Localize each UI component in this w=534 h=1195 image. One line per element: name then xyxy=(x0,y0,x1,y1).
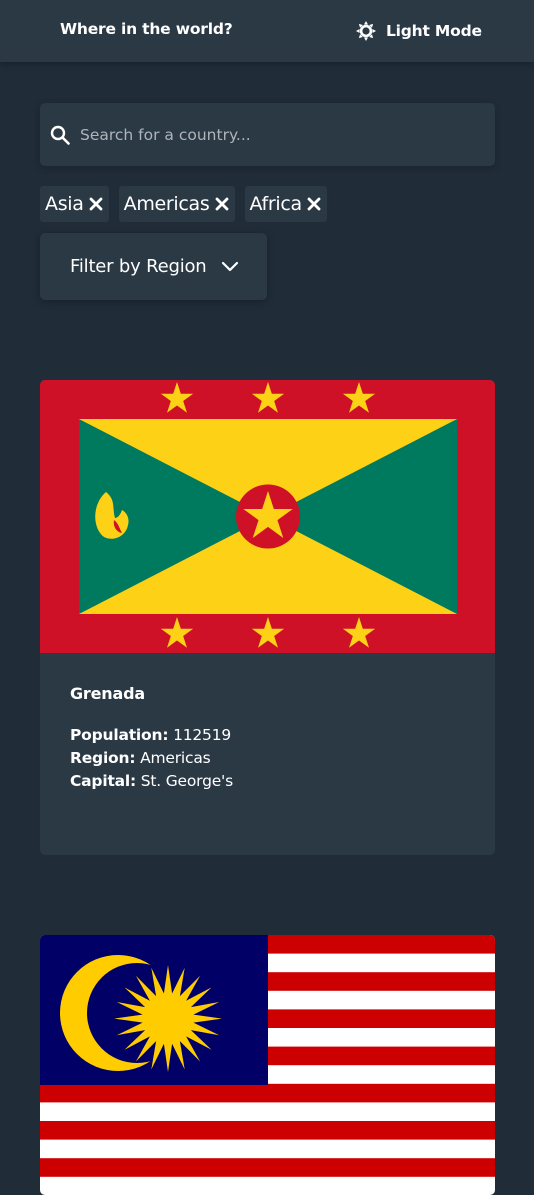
remove-chip-icon[interactable] xyxy=(307,197,321,211)
sun-icon xyxy=(356,21,376,41)
active-region-filters: Asia Americas Africa xyxy=(40,186,327,222)
search-input[interactable] xyxy=(80,103,480,166)
population-row: Population: 112519 xyxy=(70,724,465,747)
theme-toggle-button[interactable]: Light Mode xyxy=(356,19,482,43)
filter-chip-africa: Africa xyxy=(244,186,327,222)
top-bar: Where in the world? Light Mode xyxy=(0,0,534,62)
malaysia-flag-image xyxy=(40,935,495,1195)
region-filter-dropdown[interactable]: Filter by Region xyxy=(40,233,267,300)
grenada-flag-image xyxy=(40,380,495,653)
capital-row: Capital: St. George's xyxy=(70,770,465,793)
filter-chip-asia: Asia xyxy=(40,186,109,222)
region-filter-label: Filter by Region xyxy=(70,256,207,277)
app-title: Where in the world? xyxy=(60,20,233,38)
chip-label: Africa xyxy=(249,193,303,215)
chip-label: Asia xyxy=(45,193,84,215)
country-name: Grenada xyxy=(70,684,145,703)
capital-label: Capital: xyxy=(70,772,137,790)
population-value: 112519 xyxy=(173,726,232,744)
search-bar xyxy=(40,103,495,166)
population-label: Population: xyxy=(70,726,169,744)
region-label: Region: xyxy=(70,749,136,767)
card-details: Grenada Population: 112519 Region: Ameri… xyxy=(40,653,495,793)
country-card-malaysia[interactable] xyxy=(40,935,495,1195)
country-card-grenada[interactable]: Grenada Population: 112519 Region: Ameri… xyxy=(40,380,495,855)
search-icon xyxy=(50,125,70,145)
region-row: Region: Americas xyxy=(70,747,465,770)
capital-value: St. George's xyxy=(140,772,233,790)
remove-chip-icon[interactable] xyxy=(89,197,103,211)
remove-chip-icon[interactable] xyxy=(215,197,229,211)
chevron-down-icon xyxy=(221,261,239,273)
theme-toggle-label: Light Mode xyxy=(386,22,482,40)
filter-chip-americas: Americas xyxy=(118,186,235,222)
chip-label: Americas xyxy=(123,193,210,215)
region-value: Americas xyxy=(140,749,211,767)
